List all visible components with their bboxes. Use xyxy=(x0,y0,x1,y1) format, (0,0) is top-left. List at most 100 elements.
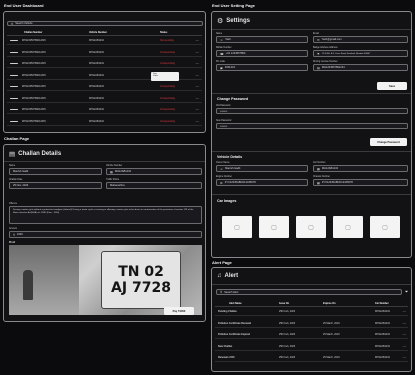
new-password-field[interactable]: •••••••• xyxy=(216,123,408,129)
more-icon[interactable]: ··· xyxy=(196,51,199,54)
table-row[interactable]: New Challan 25th Feb, 2023 MH12AB1234 ··· xyxy=(215,343,408,351)
status-cell: Unresponding xyxy=(160,85,175,88)
engine-field[interactable]: ⚙ ZYX12345ABCD12345678 xyxy=(216,179,308,186)
row-bar xyxy=(10,63,18,64)
car-image-thumb[interactable]: ▢ xyxy=(222,216,252,238)
old-password-value: •••••••• xyxy=(220,109,228,113)
table-row[interactable]: MH123456789012345 MH12AB1234 Unresponding ·… xyxy=(7,60,202,68)
table-row[interactable]: Pollution Certificate Renewal 25th Feb, 2… xyxy=(215,320,408,328)
status-cell: Unresponding xyxy=(160,108,175,111)
row-bar xyxy=(10,74,18,76)
table-row[interactable]: MH123456789012345 MH12AB1234 Unresponding ·… xyxy=(7,49,202,57)
more-icon[interactable]: ··· xyxy=(403,333,406,336)
alert-search-placeholder: Search Alert xyxy=(224,290,239,294)
name-value: Yash xyxy=(225,38,231,41)
chassis-field[interactable]: ▦ ZYX12345ABCD12345678 xyxy=(313,179,408,186)
pin-value: 4001234 xyxy=(224,66,235,69)
filter-icon[interactable]: ⏷ xyxy=(405,289,408,294)
vehicle-number-cell: MH12AB1234 xyxy=(89,96,104,100)
address-value: 12-3-456, B-9, Cross Road, Kandivali, Mu… xyxy=(321,52,371,55)
car-number-cell: MH12AB1234 xyxy=(375,321,390,325)
dashboard-search-bar[interactable]: ⚲ Search Vehicle xyxy=(7,21,203,26)
status-cell: Unresponding xyxy=(160,62,175,65)
table-row[interactable]: Pollution Certificate Expired 25th Feb, 2… xyxy=(215,331,408,339)
table-row[interactable]: MH123456789012345 MH12AB1234 Unresponding ·… xyxy=(7,95,202,103)
challan-number-cell: MH123456789012345 xyxy=(22,62,46,65)
table-row[interactable]: Renewal of RC 25th Feb, 2023 25 March, 202… xyxy=(215,354,408,362)
engine-label: Engine Number xyxy=(216,176,232,178)
settings-section-title: End User Setting Page xyxy=(212,3,255,8)
owner-field[interactable]: ☺ Manish Gadit xyxy=(216,165,308,172)
table-row[interactable]: MH123456789012345 MH12AB1234 Unresponding ·… xyxy=(7,83,202,91)
address-field[interactable]: ⚑ 12-3-456, B-9, Cross Road, Kandivali, M… xyxy=(313,50,408,57)
old-password-field[interactable]: •••••••• xyxy=(216,108,408,114)
alert-name-cell: Pending Challan xyxy=(218,310,237,313)
chassis-value: ZYX12345ABCD12345678 xyxy=(321,181,353,184)
dashboard-section-title: End User Dashboard xyxy=(4,3,44,8)
divider xyxy=(212,194,411,195)
popup-view-option[interactable]: View xyxy=(153,75,177,77)
table-row[interactable]: Pending Challan 25th Feb, 2023 MH12AB1234 ·… xyxy=(215,308,408,316)
more-icon[interactable]: ··· xyxy=(196,120,199,123)
alert-table-header: Alert Name Issue On Expires On Car Numbe… xyxy=(215,300,408,307)
dashboard-panel: ⚲ Search Vehicle Challan Number Vehicle … xyxy=(3,11,206,133)
settings-title: Settings xyxy=(226,18,250,24)
vehicle-number-cell: MH12AB1234 xyxy=(89,39,104,42)
name-field[interactable]: ☺ Yash xyxy=(216,36,308,43)
more-icon[interactable]: ··· xyxy=(403,345,406,348)
table-row[interactable]: MH123456789012345 MH12AB1234 Non-pending ··… xyxy=(7,37,202,45)
alert-search-bar[interactable]: ⚲ Search Alert xyxy=(216,289,402,295)
pin-field[interactable]: ▣ 4001234 xyxy=(216,64,308,71)
column-issue-on: Issue On xyxy=(279,301,290,305)
more-icon[interactable]: ··· xyxy=(196,108,199,111)
issue-on-cell: 25th Feb, 2023 xyxy=(279,321,296,325)
challan-name-field: Manish Gadit xyxy=(9,168,102,175)
car-image-thumb[interactable]: ▢ xyxy=(259,216,289,238)
car-images-title: Car Images xyxy=(217,199,237,203)
more-icon[interactable]: ··· xyxy=(196,39,199,42)
status-cell: Non-pending xyxy=(160,39,174,42)
vehicle-number-cell: MH12AB1234 xyxy=(89,62,104,65)
more-icon[interactable]: ··· xyxy=(403,322,406,325)
car-number-cell: MH12AB1234 xyxy=(375,333,390,336)
license-field[interactable]: ▤ MH1234567891234 xyxy=(313,64,408,71)
car-icon: ▦ xyxy=(317,180,320,185)
card-icon: ▤ xyxy=(317,65,320,70)
user-icon: ☺ xyxy=(220,37,224,42)
change-password-button[interactable]: Change Password xyxy=(370,138,407,146)
proof-label: Proof xyxy=(9,242,15,244)
car-number-cell: MH12AB1234 xyxy=(375,344,390,348)
mobile-field[interactable]: ☎ +91 1234567890 xyxy=(216,50,308,57)
car-image-thumb[interactable]: ▢ xyxy=(296,216,326,238)
image-icon: ▢ xyxy=(345,224,351,231)
old-password-label: Old Password xyxy=(216,105,231,107)
save-button[interactable]: Save xyxy=(377,82,407,90)
row-bar xyxy=(10,86,18,87)
row-action-popup: Pay View xyxy=(151,72,179,81)
car-image-thumb[interactable]: ▢ xyxy=(333,216,363,238)
challan-vehicle-field: ▦ MH12AB1234 xyxy=(106,168,202,175)
table-row[interactable]: MH123456789012345 MH12AB1234 Unresponding ·… xyxy=(7,118,202,126)
vehicle-number-cell: MH12AB1234 xyxy=(89,108,104,111)
more-icon[interactable]: ··· xyxy=(403,356,406,359)
email-field[interactable]: ✉ Yash@gmail.com xyxy=(313,36,408,43)
alert-name-cell: Pollution Certificate Renewal xyxy=(218,321,251,325)
more-icon[interactable]: ··· xyxy=(196,74,199,77)
car-image-thumb[interactable]: ▢ xyxy=(370,216,400,238)
car-icon: ▦ xyxy=(110,169,113,174)
more-icon[interactable]: ··· xyxy=(196,85,199,88)
column-challan: Challan Number xyxy=(24,30,43,34)
table-row[interactable]: MH123456789012345 MH12AB1234 Unresponding ·… xyxy=(7,106,202,114)
challan-number-cell: MH123456789012345 xyxy=(22,119,46,123)
column-vehicle: Vehicle Number xyxy=(89,30,107,34)
challan-date-field: 25 Nov, 2023 xyxy=(9,182,102,189)
mobile-value: +91 1234567890 xyxy=(225,52,246,55)
pin-icon: ▣ xyxy=(220,65,223,70)
column-expires-on: Expires On xyxy=(323,301,336,305)
more-icon[interactable]: ··· xyxy=(196,62,199,65)
car-number-field[interactable]: ▦ MH12AB1234 xyxy=(313,165,408,172)
more-icon[interactable]: ··· xyxy=(403,310,406,313)
more-icon[interactable]: ··· xyxy=(196,97,199,100)
pay-button[interactable]: Pay ₹1000 xyxy=(164,307,194,315)
car-icon: ▦ xyxy=(317,166,320,171)
